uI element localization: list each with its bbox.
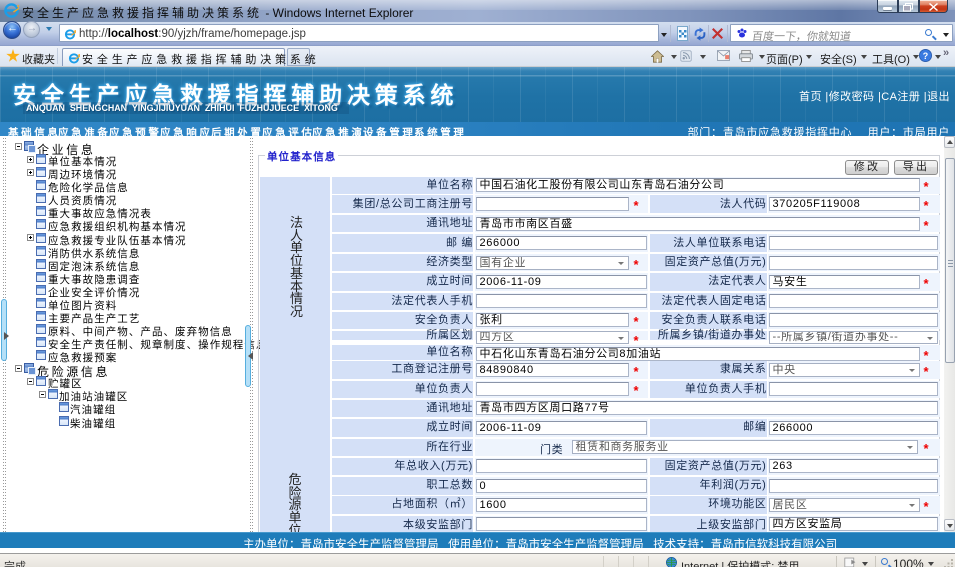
svg-text:?: ? [923, 51, 928, 61]
